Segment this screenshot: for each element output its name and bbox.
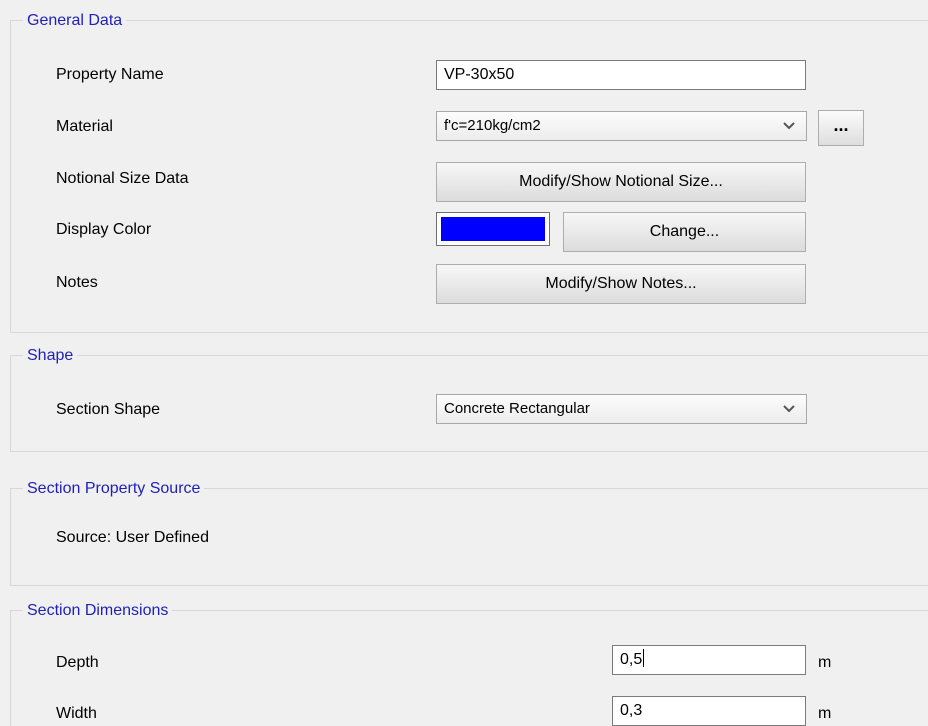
material-select[interactable]: f'c=210kg/cm2 (436, 111, 807, 141)
depth-unit: m (818, 654, 832, 671)
general-data-title: General Data (23, 11, 127, 31)
modify-show-notes-button[interactable]: Modify/Show Notes... (436, 264, 806, 304)
depth-label: Depth (56, 654, 99, 671)
property-name-field[interactable]: VP-30x50 (436, 60, 806, 90)
text-cursor (643, 649, 645, 667)
section-dimensions-title: Section Dimensions (23, 601, 173, 621)
notional-size-label: Notional Size Data (56, 170, 189, 187)
section-shape-label: Section Shape (56, 401, 161, 418)
material-selected-value: f'c=210kg/cm2 (444, 117, 541, 134)
width-field[interactable]: 0,3 (612, 696, 806, 726)
section-property-source-title: Section Property Source (23, 479, 205, 499)
section-shape-selected-value: Concrete Rectangular (444, 400, 590, 417)
depth-field[interactable]: 0,5 (612, 645, 806, 675)
depth-value: 0,5 (620, 651, 643, 668)
property-name-label: Property Name (56, 66, 164, 83)
notes-label: Notes (56, 274, 98, 291)
width-unit: m (818, 705, 832, 722)
material-more-button[interactable]: ... (818, 110, 864, 146)
width-label: Width (56, 705, 97, 722)
chevron-down-icon (783, 405, 795, 413)
material-label: Material (56, 118, 113, 135)
modify-show-notional-size-button[interactable]: Modify/Show Notional Size... (436, 162, 806, 202)
change-color-button[interactable]: Change... (563, 212, 806, 252)
section-shape-select[interactable]: Concrete Rectangular (436, 394, 807, 424)
shape-title: Shape (23, 346, 78, 366)
section-property-source-text: Source: User Defined (56, 529, 209, 546)
display-color-fill (441, 217, 545, 241)
display-color-swatch[interactable] (436, 212, 550, 246)
display-color-label: Display Color (56, 221, 152, 238)
chevron-down-icon (783, 122, 795, 130)
